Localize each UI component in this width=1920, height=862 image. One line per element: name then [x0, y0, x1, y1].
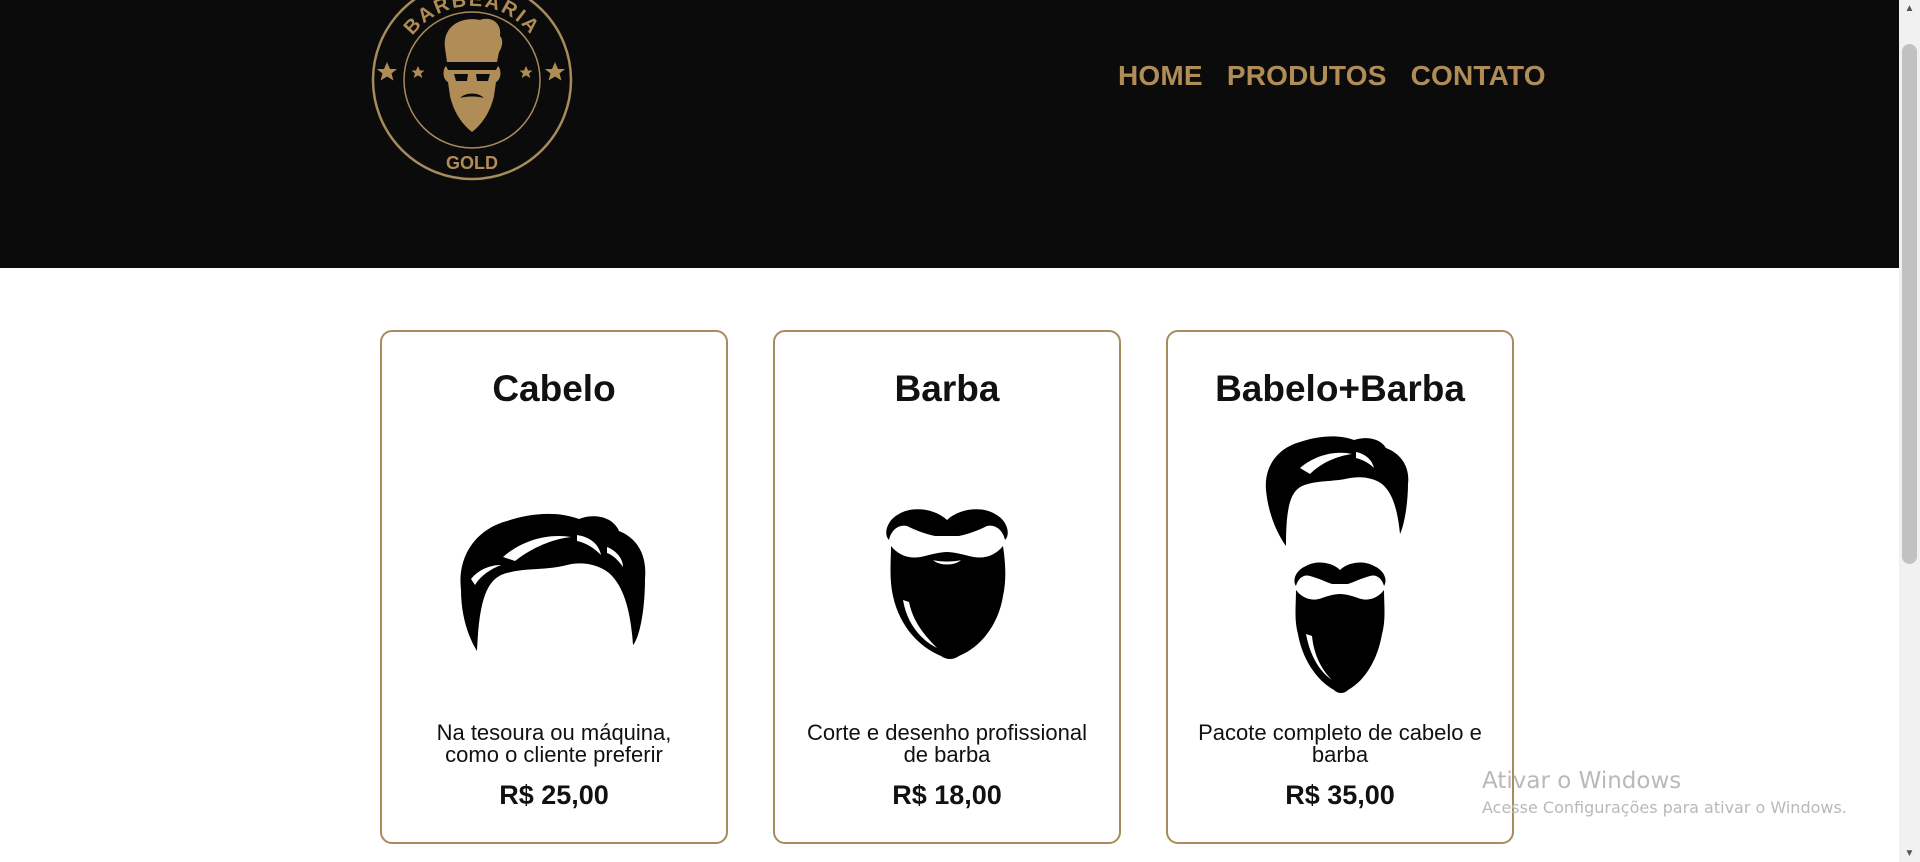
- site-header: BARBEARIA GOLD HOME PRODUTOS CONTATO: [0, 0, 1899, 268]
- product-description: Corte e desenho profissional de barba: [806, 720, 1088, 767]
- product-price: R$ 18,00: [892, 780, 1002, 810]
- nav-home-link[interactable]: HOME: [1118, 60, 1203, 92]
- nav-contato-link[interactable]: CONTATO: [1411, 60, 1546, 92]
- hair-and-beard-icon: [1265, 436, 1409, 693]
- product-price: R$ 35,00: [1285, 780, 1395, 810]
- hair-icon: [460, 513, 646, 651]
- watermark-title: Ativar o Windows: [1482, 768, 1682, 794]
- product-title: Cabelo: [492, 368, 616, 409]
- beard-icon: [886, 509, 1008, 659]
- logo-bottom-text: GOLD: [446, 153, 498, 173]
- watermark-subtitle: Acesse Configurações para ativar o Windo…: [1482, 798, 1847, 817]
- scroll-up-arrow-icon[interactable]: ▲: [1899, 0, 1920, 17]
- product-title: Barba: [894, 368, 1000, 409]
- product-title: Babelo+Barba: [1215, 368, 1465, 409]
- page: BARBEARIA GOLD HOME PRODUTOS CONTATO Cab…: [0, 0, 1920, 862]
- product-card-barba[interactable]: Barba Corte e desenho profissional de ba…: [773, 330, 1121, 844]
- product-card-cabelo-barba[interactable]: Babelo+Barba Pacote completo de cabelo e…: [1166, 330, 1514, 844]
- nav-produtos-link[interactable]: PRODUTOS: [1227, 60, 1387, 92]
- windows-activation-watermark: Ativar o Windows Acesse Configurações pa…: [1482, 766, 1847, 820]
- scrollbar-thumb[interactable]: [1902, 44, 1917, 564]
- product-card-cabelo[interactable]: Cabelo Na tesoura ou máquina, como o cli…: [380, 330, 728, 844]
- product-description: Na tesoura ou máquina, como o cliente pr…: [436, 720, 672, 767]
- product-description: Pacote completo de cabelo e barba: [1198, 720, 1482, 767]
- main-nav: HOME PRODUTOS CONTATO: [1118, 60, 1546, 92]
- scroll-down-arrow-icon[interactable]: ▼: [1899, 845, 1920, 862]
- barbearia-gold-logo[interactable]: BARBEARIA GOLD: [370, 0, 574, 182]
- vertical-scrollbar[interactable]: ▲ ▼: [1899, 0, 1920, 862]
- product-price: R$ 25,00: [499, 780, 609, 810]
